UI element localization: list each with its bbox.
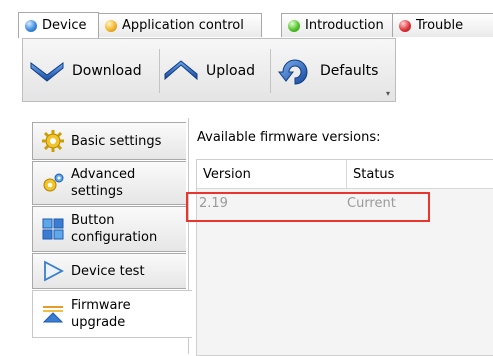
tab-application-control-label: Application control bbox=[122, 18, 244, 33]
main-tab-strip: Device Application control Introduction … bbox=[18, 12, 493, 38]
nav-label: Firmware upgrade bbox=[71, 298, 131, 330]
highlight-box bbox=[186, 192, 430, 222]
nav-item-firmware-upgrade[interactable]: Firmware upgrade bbox=[32, 290, 192, 338]
gears-icon bbox=[43, 173, 64, 192]
status-dot-icon bbox=[288, 19, 300, 32]
nav-label: Device test bbox=[71, 263, 145, 279]
tab-introduction[interactable]: Introduction bbox=[281, 13, 393, 37]
defaults-button[interactable]: Defaults bbox=[277, 51, 378, 91]
firmware-heading: Available firmware versions: bbox=[197, 130, 381, 145]
download-button[interactable]: Download bbox=[29, 51, 142, 91]
nav-label: Button configuration bbox=[71, 213, 158, 245]
upload-button[interactable]: Upload bbox=[163, 51, 255, 91]
gear-icon bbox=[42, 130, 64, 152]
nav-item-button-configuration[interactable]: Button configuration bbox=[32, 206, 186, 252]
tab-introduction-label: Introduction bbox=[305, 18, 384, 33]
status-dot-icon bbox=[399, 19, 411, 32]
nav-item-basic-settings[interactable]: Basic settings bbox=[32, 122, 186, 160]
toolbar-separator bbox=[159, 49, 160, 93]
table-header: Version Status bbox=[197, 160, 493, 189]
column-header-version[interactable]: Version bbox=[197, 160, 347, 188]
nav-item-device-test[interactable]: Device test bbox=[32, 253, 186, 289]
status-dot-icon bbox=[105, 19, 117, 32]
tab-troubleshooting-label: Trouble bbox=[416, 18, 464, 33]
firmware-table: Version Status 2.19 Current bbox=[196, 159, 493, 356]
button-config-icon bbox=[42, 218, 64, 240]
download-arrow-icon bbox=[30, 62, 64, 82]
toolbar-separator bbox=[270, 49, 271, 93]
tab-device[interactable]: Device bbox=[18, 12, 99, 38]
toolbar-overflow-icon[interactable]: ▾ bbox=[386, 89, 390, 98]
column-header-status[interactable]: Status bbox=[347, 160, 493, 188]
upload-label: Upload bbox=[206, 63, 256, 79]
firmware-icon bbox=[42, 306, 64, 323]
tab-troubleshooting[interactable]: Trouble bbox=[392, 13, 493, 37]
status-dot-icon bbox=[25, 19, 37, 32]
upload-arrow-icon bbox=[164, 60, 198, 81]
nav-label: Advanced settings bbox=[71, 167, 136, 199]
download-label: Download bbox=[72, 63, 142, 79]
play-icon bbox=[44, 260, 64, 282]
tab-device-label: Device bbox=[42, 18, 87, 33]
tab-application-control[interactable]: Application control bbox=[98, 13, 262, 37]
defaults-restore-icon bbox=[277, 59, 308, 85]
firmware-panel: Available firmware versions: Version Sta… bbox=[186, 118, 493, 356]
nav-item-advanced-settings[interactable]: Advanced settings bbox=[32, 161, 186, 205]
defaults-label: Defaults bbox=[320, 63, 379, 79]
toolbar: Download Upload Defaults ▾ bbox=[22, 38, 396, 102]
nav-label: Basic settings bbox=[71, 133, 162, 149]
